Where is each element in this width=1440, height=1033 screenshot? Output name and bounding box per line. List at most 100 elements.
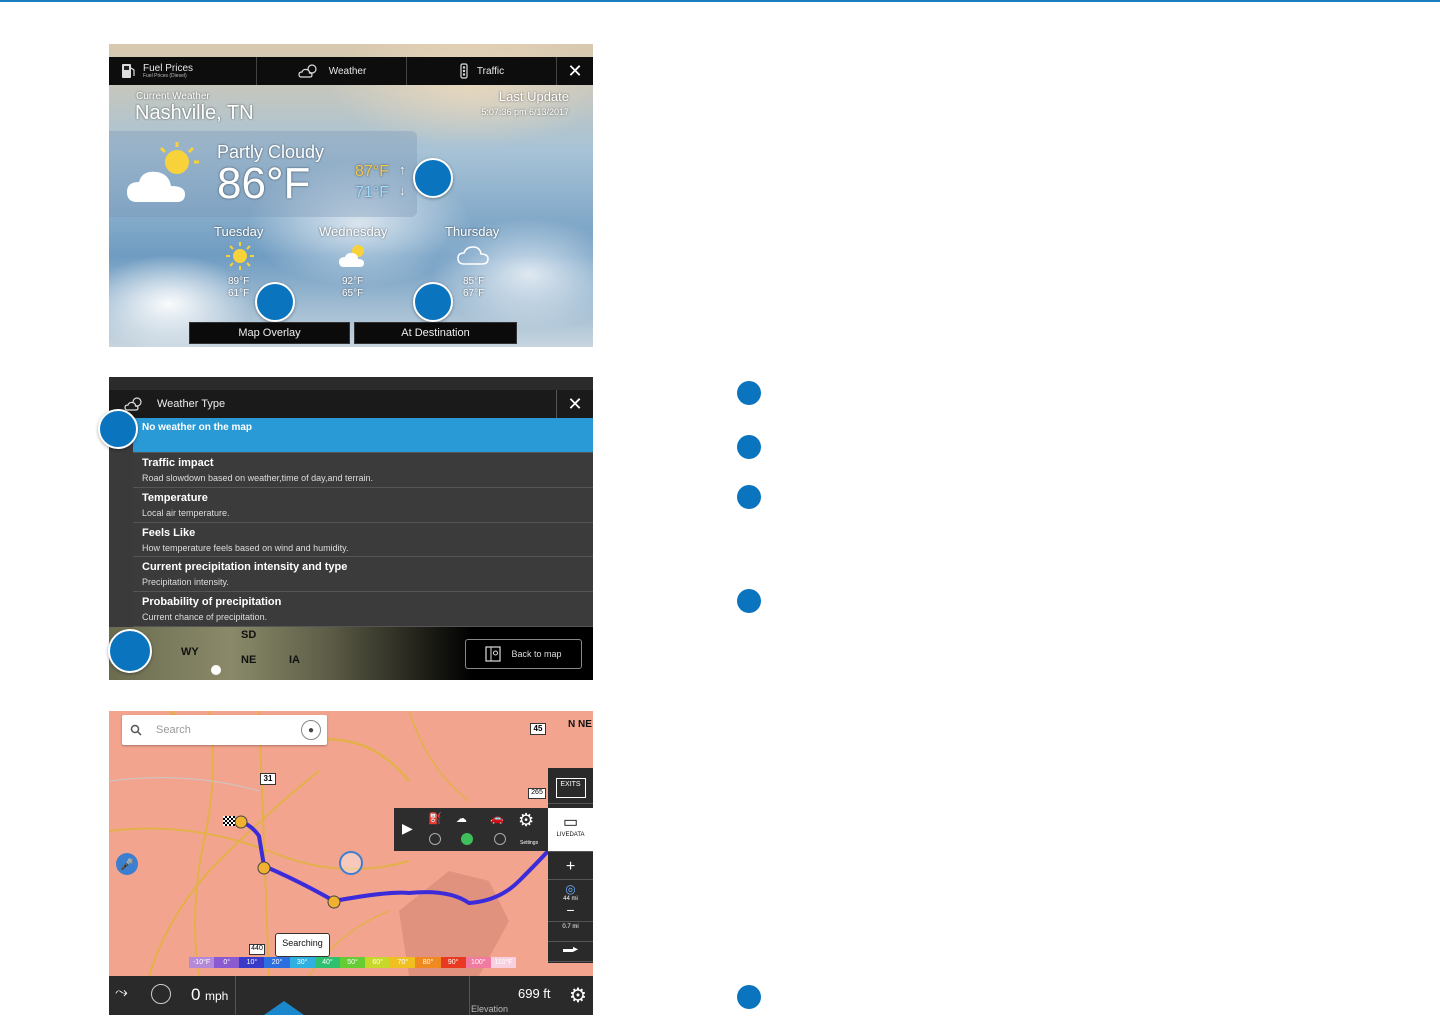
tab-traffic-label: Traffic <box>476 65 505 77</box>
lanes-icon[interactable]: ▬▸ <box>548 944 593 962</box>
callout-marker <box>108 629 152 673</box>
search-icon <box>130 724 142 736</box>
list-item-title: Current precipitation intensity and type <box>142 561 348 573</box>
callout-marker <box>255 282 295 322</box>
route-icon[interactable]: ⤳ <box>115 984 128 1002</box>
map-overlay-button[interactable]: Map Overlay <box>189 322 350 344</box>
list-item-title: Feels Like <box>142 527 196 539</box>
weather-type-title: Weather Type <box>157 398 226 410</box>
last-update-value: 5:07:36 pm 6/13/2017 <box>481 107 569 117</box>
partly-cloudy-icon <box>124 397 142 411</box>
elevation-value: 699 ft <box>518 986 551 1001</box>
tab-fuel-label: Fuel Prices <box>143 62 194 74</box>
current-temp: 86°F <box>217 159 311 208</box>
back-to-map-button[interactable]: Back to map <box>465 639 582 669</box>
tab-weather[interactable]: Weather <box>257 57 407 85</box>
callout-dot <box>737 985 761 1009</box>
map-preview: SD WY NE IA Back to map <box>109 627 593 680</box>
expand-arrow-icon[interactable]: ▶ <box>402 820 413 837</box>
tab-traffic[interactable]: Traffic <box>407 57 557 85</box>
callout-dot <box>737 381 761 405</box>
list-item-title: No weather on the map <box>142 422 253 433</box>
temp-legend-segment: 40° <box>314 957 340 968</box>
weather-type-screen: Weather Type ✕ No weather on the map Tra… <box>109 377 593 680</box>
zoom-out-button[interactable]: − <box>548 902 593 918</box>
settings-label: Settings <box>520 840 539 846</box>
scale-label: 0.7 mi <box>548 924 593 942</box>
gear-icon[interactable]: ⚙ <box>569 983 587 1008</box>
exits-button[interactable]: EXITS <box>548 774 593 804</box>
zoom-in-button[interactable]: + <box>548 858 593 880</box>
forecast-high: 92°F <box>342 276 364 287</box>
callout-marker <box>413 158 453 198</box>
list-gutter <box>109 418 133 628</box>
map-side-toolbar: EXITS ▭ LIVEDATA + ◎ 44 mi − 0.7 mi ▬▸ <box>548 768 593 963</box>
list-item[interactable]: No weather on the map <box>133 418 593 453</box>
compass-indicator[interactable]: N NE <box>568 719 592 730</box>
layer-toggle-panel: ▶ ⛽ ☁ 🚗 ⚙ Settings <box>394 808 548 851</box>
close-button[interactable]: ✕ <box>557 57 593 85</box>
close-button[interactable]: ✕ <box>556 390 593 418</box>
forecast-high: 85°F <box>463 276 485 287</box>
microphone-icon[interactable]: ● <box>301 720 321 740</box>
forecast-low: 65°F <box>342 288 364 299</box>
list-item[interactable]: Feels Like How temperature feels based o… <box>133 523 593 557</box>
speedometer-icon[interactable] <box>151 984 171 1004</box>
tab-weather-label: Weather <box>328 65 367 77</box>
road-badge: 440 <box>249 944 265 955</box>
voice-icon[interactable]: 🎤 <box>116 853 138 875</box>
status-bar: ⤳ 0 mph 699 ft Elevation ⚙ <box>109 976 593 1015</box>
temp-legend-segment: 70° <box>390 957 416 968</box>
temp-legend-segment: 110°F <box>490 957 517 968</box>
forecast-day: Thursday <box>445 224 500 239</box>
callout-dot <box>737 485 761 509</box>
location-target-icon: ◎ <box>565 882 576 896</box>
weather-type-header: Weather Type ✕ <box>109 390 593 418</box>
search-placeholder: Search <box>156 724 191 736</box>
checkered-flag-icon <box>223 816 235 826</box>
map-state-label: SD <box>241 629 257 641</box>
partly-cloudy-icon <box>298 64 317 78</box>
forecast-day: Wednesday <box>319 224 388 239</box>
expand-tab-icon[interactable] <box>264 1001 304 1015</box>
gear-icon[interactable]: ⚙ <box>518 810 534 831</box>
tab-fuel-prices[interactable]: Fuel Prices Fuel Prices (Diesel) <box>109 57 257 85</box>
forecast-low: 61°F <box>228 288 250 299</box>
partly-cloudy-large-icon <box>127 142 199 202</box>
search-input[interactable]: Search ● <box>122 715 327 745</box>
callout-marker <box>413 282 453 322</box>
list-item-desc: How temperature feels based on wind and … <box>142 543 349 553</box>
road-badge: 265 <box>528 788 546 799</box>
list-item[interactable]: Traffic impact Road slowdown based on we… <box>133 453 593 488</box>
top-rule <box>0 0 1440 2</box>
forecast-low: 67°F <box>463 288 485 299</box>
temp-legend-segment: 50° <box>339 957 366 968</box>
location-dot <box>211 665 221 675</box>
weather-toggle[interactable] <box>461 833 473 845</box>
speed-unit: mph <box>205 989 229 1003</box>
callout-dot <box>737 435 761 459</box>
exits-label: EXITS <box>555 778 586 798</box>
cloud-icon <box>457 246 489 265</box>
livedata-button[interactable]: ▭ LIVEDATA <box>548 808 593 852</box>
zoom-scale: ◎ 44 mi − <box>548 882 593 922</box>
list-item-desc: Local air temperature. <box>142 508 230 518</box>
list-item[interactable]: Current precipitation intensity and type… <box>133 557 593 592</box>
road-badge: 31 <box>260 773 276 785</box>
list-item[interactable]: Temperature Local air temperature. <box>133 488 593 523</box>
list-item-desc: Precipitation intensity. <box>142 577 229 587</box>
tab-fuel-sublabel: Fuel Prices (Diesel) <box>143 72 187 79</box>
divider <box>235 976 236 1015</box>
list-item[interactable]: Probability of precipitation Current cha… <box>133 592 593 627</box>
traffic-car-icon[interactable]: 🚗 <box>490 812 504 825</box>
at-destination-button[interactable]: At Destination <box>354 322 517 344</box>
map-state-label: NE <box>241 654 257 666</box>
at-destination-label: At Destination <box>401 327 470 339</box>
fuel-pump-icon[interactable]: ⛽ <box>428 812 442 825</box>
traffic-toggle[interactable] <box>494 833 506 845</box>
temp-legend-segment: 10° <box>239 957 265 968</box>
searching-label: Searching <box>282 938 323 948</box>
temp-legend-segment: -10°F <box>189 957 215 968</box>
partly-cloudy-icon[interactable]: ☁ <box>456 812 467 825</box>
fuel-toggle[interactable] <box>429 833 441 845</box>
